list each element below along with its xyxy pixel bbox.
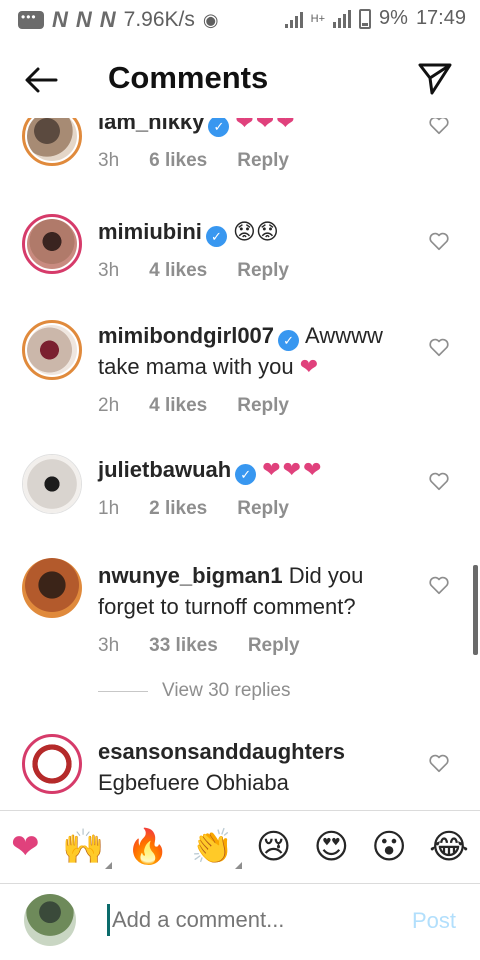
- comment-likes[interactable]: 33 likes: [149, 630, 218, 661]
- comment-meta: 3h 6 likes Reply: [98, 145, 418, 176]
- like-heart-icon[interactable]: [428, 574, 450, 596]
- page-title: Comments: [108, 60, 269, 95]
- comment-username[interactable]: iam_nikky: [98, 118, 204, 134]
- avatar[interactable]: [22, 454, 82, 514]
- like-heart-icon[interactable]: [428, 336, 450, 358]
- comment-text: 😟😟: [232, 219, 279, 244]
- view-replies-label: View 30 replies: [162, 680, 291, 701]
- avatar[interactable]: [22, 320, 82, 380]
- reply-button[interactable]: Reply: [248, 630, 300, 661]
- comment-time: 3h: [98, 635, 120, 656]
- wifi-signal-icon: [284, 10, 303, 28]
- verified-badge-icon: ✓: [208, 118, 230, 137]
- status-left: N N N 7.96K/s ◉: [18, 7, 219, 33]
- comment-meta: 3h 4 likes Reply: [98, 255, 418, 286]
- avatar[interactable]: [22, 558, 82, 618]
- comment-text: ❤❤❤: [262, 457, 324, 482]
- hotspot-icon: ◉: [202, 9, 219, 30]
- comment-username[interactable]: mimibondgirl007: [98, 323, 274, 348]
- emoji-quick-bar: ❤ 🙌 🔥 👏 😢 😍 😮 😂: [0, 810, 480, 884]
- comment-time: 3h: [98, 150, 120, 171]
- view-replies-button[interactable]: View 30 replies: [98, 680, 291, 702]
- comment-username[interactable]: esansonsanddaughters: [98, 739, 345, 764]
- divider-line: [98, 690, 148, 692]
- signal-type: H+: [310, 12, 326, 25]
- comment-time: 2h: [98, 395, 120, 416]
- heart-emoji-button[interactable]: ❤: [11, 827, 40, 867]
- network-n-icon: N: [99, 7, 116, 32]
- scrollbar[interactable]: [473, 565, 478, 655]
- skin-tone-indicator-icon: [105, 862, 113, 869]
- comment-meta: 2h 4 likes Reply: [98, 390, 418, 421]
- like-heart-icon[interactable]: [428, 752, 450, 774]
- verified-badge-icon: ✓: [205, 226, 227, 247]
- comment-meta: 1h 2 likes Reply: [98, 493, 418, 524]
- comment-time: 3h: [98, 260, 120, 281]
- clapping-emoji-button[interactable]: 👏: [191, 827, 242, 869]
- skin-tone-indicator-icon: [234, 862, 242, 869]
- avatar[interactable]: [22, 734, 82, 794]
- comment-likes[interactable]: 2 likes: [149, 493, 207, 524]
- reply-button[interactable]: Reply: [237, 145, 289, 176]
- clock: 17:49: [415, 7, 466, 29]
- laughing-emoji-button[interactable]: 😂: [429, 827, 469, 867]
- comment-time: 1h: [98, 498, 120, 519]
- comment-likes[interactable]: 6 likes: [149, 145, 207, 176]
- battery-icon: [359, 8, 372, 29]
- surprised-emoji-button[interactable]: 😮: [371, 827, 406, 867]
- direct-send-icon[interactable]: [416, 60, 454, 98]
- comment-username[interactable]: julietbawuah: [98, 457, 231, 482]
- reply-button[interactable]: Reply: [237, 255, 289, 286]
- reply-button[interactable]: Reply: [237, 390, 289, 421]
- network-n-icon: N: [75, 7, 92, 32]
- comment-text: Egbefuere Obhiaba: [98, 770, 289, 795]
- comment-list[interactable]: iam_nikky ✓ ❤❤❤ 3h 6 likes Reply mimiubini…: [0, 118, 480, 810]
- network-speed: 7.96K/s: [123, 8, 195, 31]
- comment-likes[interactable]: 4 likes: [149, 390, 207, 421]
- header: Comments: [0, 38, 480, 118]
- reply-button[interactable]: Reply: [237, 493, 289, 524]
- post-button[interactable]: Post: [412, 908, 456, 934]
- raised-hands-emoji: 🙌: [61, 827, 105, 867]
- back-arrow-icon[interactable]: [22, 60, 62, 100]
- like-heart-icon[interactable]: [428, 470, 450, 492]
- comment-text: ❤❤❤: [235, 118, 297, 134]
- crying-emoji-button[interactable]: 😢: [256, 827, 291, 867]
- avatar[interactable]: [22, 118, 82, 166]
- comment-input[interactable]: [110, 906, 384, 934]
- raised-hands-emoji-button[interactable]: 🙌: [61, 827, 113, 869]
- like-heart-icon[interactable]: [428, 118, 450, 136]
- comment-emoji: ❤: [299, 354, 321, 379]
- battery-level: 9%: [379, 7, 408, 29]
- status-right: H+ 9% 17:49: [284, 7, 466, 30]
- comment-username[interactable]: mimiubini: [98, 219, 202, 244]
- fire-emoji-button[interactable]: 🔥: [127, 827, 169, 867]
- verified-badge-icon: ✓: [235, 464, 257, 485]
- status-bar: N N N 7.96K/s ◉ H+ 9% 17:49: [0, 0, 480, 38]
- verified-badge-icon: ✓: [278, 330, 300, 351]
- cell-signal-icon: [333, 9, 352, 28]
- network-n-icon: N: [52, 7, 68, 32]
- comment-likes[interactable]: 4 likes: [149, 255, 207, 286]
- clapping-emoji: 👏: [191, 827, 234, 867]
- comment-username[interactable]: nwunye_bigman1: [98, 563, 283, 588]
- comment-composer: Post: [0, 884, 480, 960]
- like-heart-icon[interactable]: [428, 230, 450, 252]
- heart-eyes-emoji-button[interactable]: 😍: [314, 827, 349, 867]
- message-notification-icon: [18, 10, 44, 29]
- comment-meta: 3h 33 likes Reply: [98, 630, 418, 661]
- my-avatar: [24, 894, 76, 946]
- avatar[interactable]: [22, 214, 82, 274]
